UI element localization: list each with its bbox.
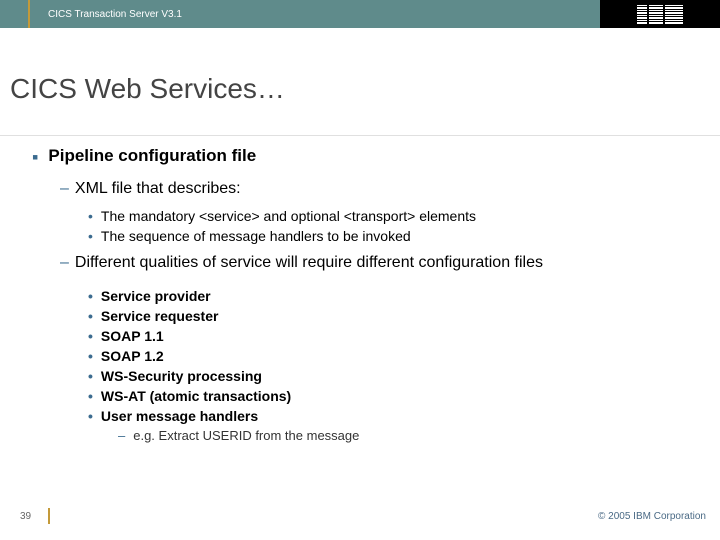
sub-note: –e.g. Extract USERID from the message — [118, 428, 710, 443]
list-item-text: Service requester — [101, 308, 219, 324]
title-area: CICS Web Services… — [0, 28, 720, 136]
header-accent-bar — [28, 0, 30, 28]
subpoint-2-text: Different qualities of service will requ… — [75, 254, 543, 271]
list-item-text: SOAP 1.1 — [101, 328, 164, 344]
list-item: • The mandatory <service> and optional <t… — [88, 208, 710, 224]
subpoint-2: –Different qualities of service will req… — [60, 254, 710, 272]
header-vendor-logo-area — [600, 0, 720, 28]
dot-bullet-icon: • — [88, 408, 93, 424]
dot-bullet-icon: • — [88, 348, 93, 364]
section-heading-row: ▪ Pipeline configuration file — [32, 146, 710, 166]
header-bar: CICS Transaction Server V3.1 — [0, 0, 720, 28]
header-product-label: CICS Transaction Server V3.1 — [0, 0, 600, 28]
dash-icon: – — [118, 428, 125, 443]
list-item: • The sequence of message handlers to be … — [88, 228, 710, 244]
list-item: • WS-AT (atomic transactions) — [88, 388, 710, 404]
list-item: • Service requester — [88, 308, 710, 324]
list-item-text: The mandatory <service> and optional <tr… — [101, 208, 476, 224]
list-item-text: Service provider — [101, 288, 211, 304]
dot-bullet-icon: • — [88, 228, 93, 244]
list-item: • SOAP 1.2 — [88, 348, 710, 364]
dot-bullet-icon: • — [88, 308, 93, 324]
list-item-text: User message handlers — [101, 408, 258, 424]
ibm-logo-icon — [637, 5, 683, 24]
slide-title: CICS Web Services… — [10, 73, 710, 105]
dash-icon: – — [60, 180, 69, 197]
dot-bullet-icon: • — [88, 208, 93, 224]
dot-bullet-icon: • — [88, 328, 93, 344]
sub-note-text: e.g. Extract USERID from the message — [133, 428, 359, 443]
list-item: • Service provider — [88, 288, 710, 304]
list-item-text: WS-AT (atomic transactions) — [101, 388, 291, 404]
subpoint-1: –XML file that describes: — [60, 180, 710, 198]
list-item-text: WS-Security processing — [101, 368, 262, 384]
dot-bullet-icon: • — [88, 368, 93, 384]
list-item: • WS-Security processing — [88, 368, 710, 384]
section-heading: Pipeline configuration file — [48, 146, 256, 166]
square-bullet-icon: ▪ — [32, 148, 38, 166]
slide-content: ▪ Pipeline configuration file –XML file … — [0, 146, 720, 443]
list-item-text: The sequence of message handlers to be i… — [101, 228, 411, 244]
dash-icon: – — [60, 254, 69, 271]
footer: 39 © 2005 IBM Corporation — [0, 511, 720, 522]
list-item-text: SOAP 1.2 — [101, 348, 164, 364]
copyright: © 2005 IBM Corporation — [598, 511, 706, 522]
list-item: • SOAP 1.1 — [88, 328, 710, 344]
subpoint-1-text: XML file that describes: — [75, 180, 241, 197]
page-number: 39 — [20, 511, 31, 522]
list-item: • User message handlers — [88, 408, 710, 424]
dot-bullet-icon: • — [88, 288, 93, 304]
dot-bullet-icon: • — [88, 388, 93, 404]
